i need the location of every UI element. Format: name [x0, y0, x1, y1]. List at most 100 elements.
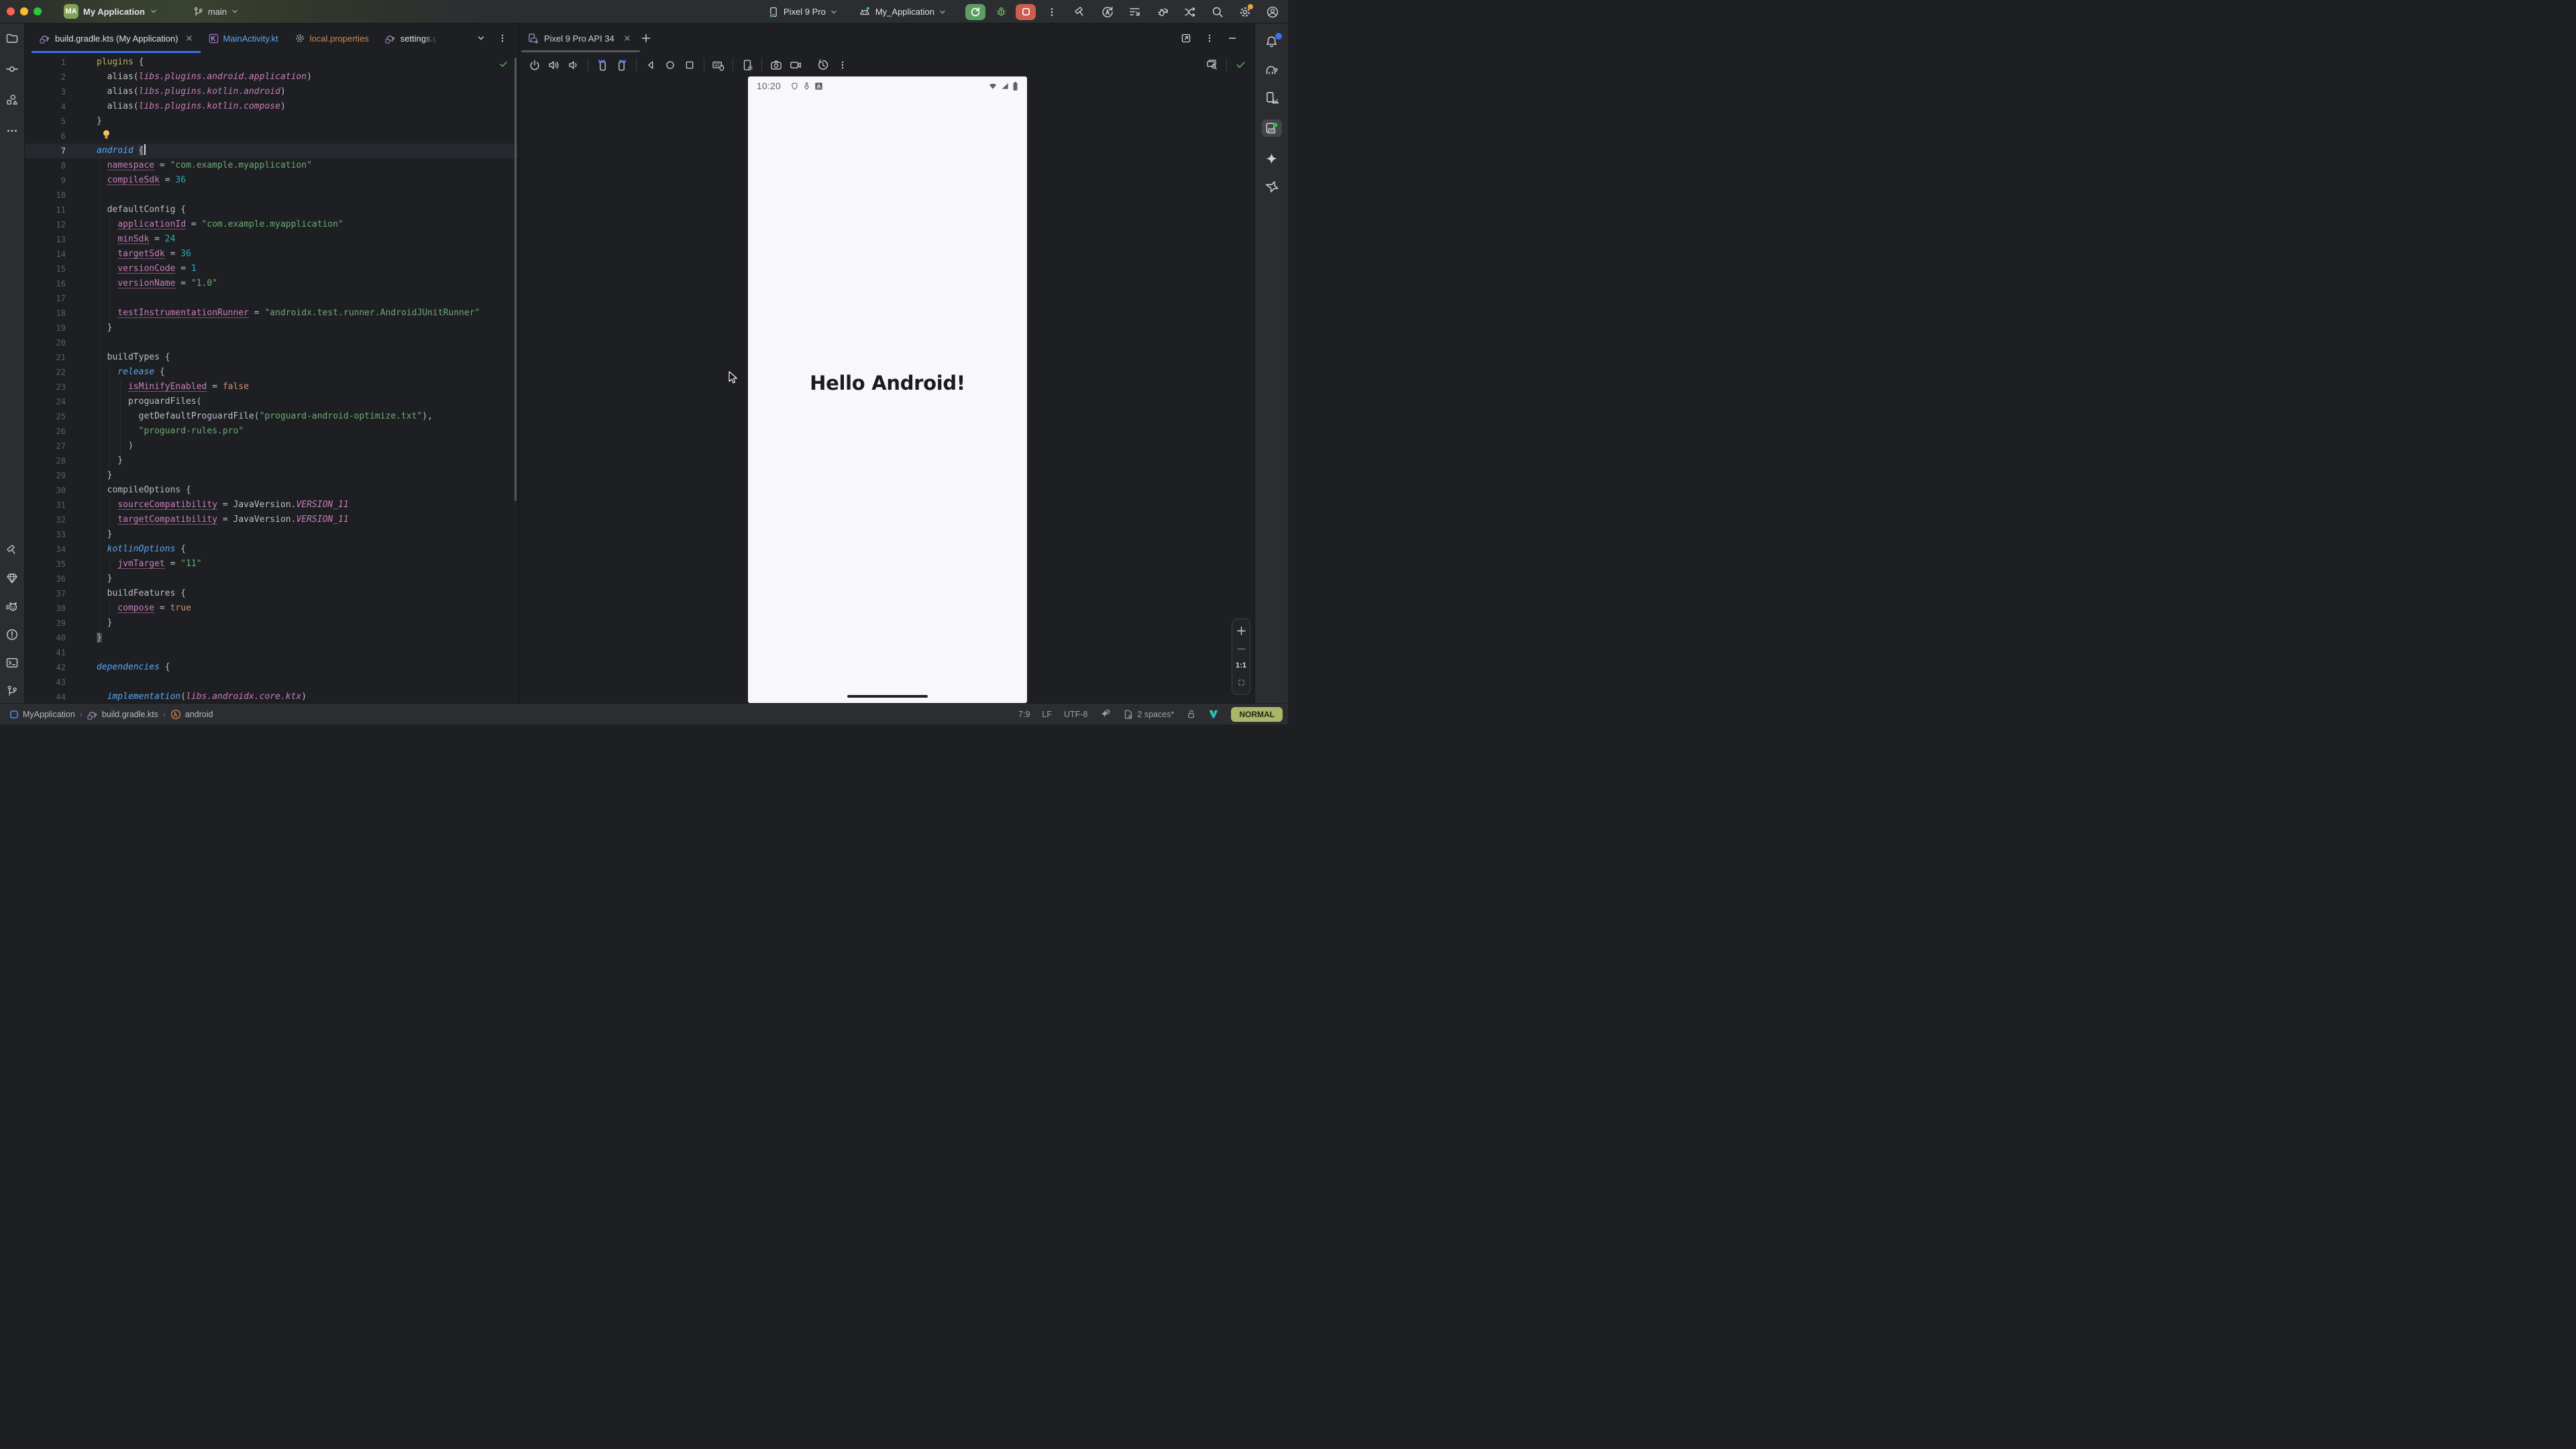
debug-button[interactable] [994, 5, 1008, 19]
build-tool-button[interactable] [4, 543, 20, 557]
encoding[interactable]: UTF-8 [1064, 710, 1087, 719]
device-more-kebab-icon[interactable] [835, 57, 851, 73]
maximize-window-button[interactable] [34, 7, 42, 15]
android-home-button[interactable] [662, 57, 678, 73]
tab-scroll-thumb[interactable] [521, 50, 640, 52]
code-line[interactable]: defaultConfig { [97, 203, 480, 217]
device-reset-button[interactable] [815, 57, 831, 73]
code-line[interactable] [97, 335, 480, 350]
code-line[interactable]: namespace = "com.example.myapplication" [97, 158, 480, 173]
open-in-new-window-icon[interactable] [1181, 33, 1191, 44]
build-button[interactable] [1073, 5, 1087, 19]
code-line[interactable]: release { [97, 365, 480, 380]
ui-check-icon[interactable] [1205, 58, 1218, 71]
add-device-tab-button[interactable] [641, 34, 651, 43]
device-selector[interactable]: Pixel 9 Pro [767, 6, 838, 18]
tab-settings-gradle[interactable]: settings.g [377, 23, 446, 53]
code-line[interactable]: alias(libs.plugins.kotlin.compose) [97, 99, 480, 114]
code-line[interactable]: versionCode = 1 [97, 262, 480, 276]
code-line[interactable] [97, 188, 480, 203]
code-line[interactable]: implementation(libs.androidx.core.ktx) [97, 690, 480, 703]
gemini-disabled-icon[interactable] [1099, 708, 1111, 720]
code-line[interactable]: testInstrumentationRunner = "androidx.te… [97, 306, 480, 321]
ideavim-icon[interactable] [1208, 709, 1219, 719]
code-line[interactable]: } [97, 616, 480, 631]
code-line[interactable] [97, 129, 480, 144]
volume-up-button[interactable] [546, 57, 562, 73]
project-tool-button[interactable] [4, 32, 20, 45]
code-line[interactable]: alias(libs.plugins.android.application) [97, 70, 480, 85]
tab-build-gradle-kts[interactable]: build.gradle.kts (My Application) [32, 23, 201, 53]
code-line[interactable]: ) [97, 439, 480, 453]
code-line[interactable]: alias(libs.plugins.kotlin.android) [97, 85, 480, 99]
line-ending[interactable]: LF [1042, 710, 1052, 719]
code-line[interactable]: android { [97, 144, 480, 158]
code-line[interactable]: } [97, 114, 480, 129]
logcat-tool-button[interactable] [4, 600, 20, 613]
emulator-screen[interactable]: 10:20 Hello Android! [748, 76, 1027, 703]
more-tool-windows-button[interactable] [4, 124, 20, 138]
code-line[interactable]: getDefaultProguardFile("proguard-android… [97, 409, 480, 424]
run-more-actions-button[interactable] [1045, 5, 1059, 19]
apply-code-changes-button[interactable] [1128, 5, 1142, 19]
code-line[interactable]: } [97, 527, 480, 542]
code-line[interactable]: compose = true [97, 601, 480, 616]
zoom-fit-button[interactable] [1236, 678, 1246, 688]
power-button[interactable] [527, 57, 543, 73]
zoom-in-button[interactable] [1236, 626, 1246, 636]
vcs-branch-widget[interactable]: main [193, 6, 239, 17]
device-manager-tool-button[interactable] [1264, 91, 1280, 105]
code-line[interactable]: targetSdk = 36 [97, 247, 480, 262]
project-widget[interactable]: MA My Application [64, 4, 158, 19]
close-icon[interactable] [186, 35, 193, 42]
code-line[interactable]: proguardFiles( [97, 394, 480, 409]
tab-local-properties[interactable]: local.properties [286, 23, 377, 53]
hardware-input-button[interactable] [710, 57, 727, 73]
rotate-left-button[interactable] [594, 57, 610, 73]
breadcrumb-project[interactable]: MyApplication [9, 710, 75, 719]
code-line[interactable]: targetCompatibility = JavaVersion.VERSIO… [97, 513, 480, 527]
code-line[interactable]: plugins { [97, 55, 480, 70]
tab-mainactivity-kt[interactable]: MainActivity.kt [201, 23, 286, 53]
gemini-tool-button[interactable] [1264, 152, 1280, 165]
profiler-button[interactable] [1183, 5, 1197, 19]
code-editor[interactable]: 1234567891011121314151617181920212223242… [25, 53, 518, 703]
gesture-navigation-pill[interactable] [847, 695, 928, 698]
code-line[interactable]: kotlinOptions { [97, 542, 480, 557]
attach-debugger-button[interactable] [1156, 5, 1169, 19]
unlocked-icon[interactable] [1186, 709, 1196, 719]
rotate-right-button[interactable] [614, 57, 630, 73]
code-line[interactable] [97, 645, 480, 660]
indent-widget[interactable]: 2 spaces* [1123, 709, 1174, 720]
terminal-tool-button[interactable] [4, 656, 20, 669]
minimize-window-button[interactable] [20, 7, 28, 15]
commit-tool-button[interactable] [4, 62, 20, 76]
code-line[interactable]: } [97, 453, 480, 468]
tab-options-kebab-icon[interactable] [498, 34, 507, 43]
panel-options-kebab-icon[interactable] [1205, 34, 1214, 43]
code-line[interactable]: "proguard-rules.pro" [97, 424, 480, 439]
code-line[interactable]: jvmTarget = "11" [97, 557, 480, 572]
editor-scrollbar[interactable] [515, 58, 517, 501]
account-button[interactable] [1266, 5, 1279, 19]
code-line[interactable]: } [97, 631, 480, 645]
code-line[interactable]: isMinifyEnabled = false [97, 380, 480, 394]
run-configuration-selector[interactable]: My_Application [858, 5, 947, 19]
gradle-tool-button[interactable] [1264, 63, 1280, 76]
resource-manager-tool-button[interactable] [4, 93, 20, 107]
breadcrumb-element[interactable]: android [170, 709, 213, 720]
notifications-button[interactable] [1264, 35, 1280, 48]
plane-tool-button[interactable] [1264, 180, 1280, 193]
code-line[interactable]: applicationId = "com.example.myapplicati… [97, 217, 480, 232]
code-line[interactable] [97, 675, 480, 690]
caret-position[interactable]: 7:9 [1018, 710, 1030, 719]
screenshot-button[interactable] [768, 57, 784, 73]
volume-down-button[interactable] [566, 57, 582, 73]
intention-bulb-icon[interactable] [102, 129, 111, 140]
running-devices-tool-button[interactable] [1262, 119, 1282, 137]
zoom-actual-size-button[interactable]: 1:1 [1236, 661, 1246, 669]
screen-record-button[interactable] [788, 57, 804, 73]
rerun-button[interactable] [965, 4, 985, 20]
version-control-tool-button[interactable] [4, 684, 20, 698]
code-line[interactable]: } [97, 468, 480, 483]
